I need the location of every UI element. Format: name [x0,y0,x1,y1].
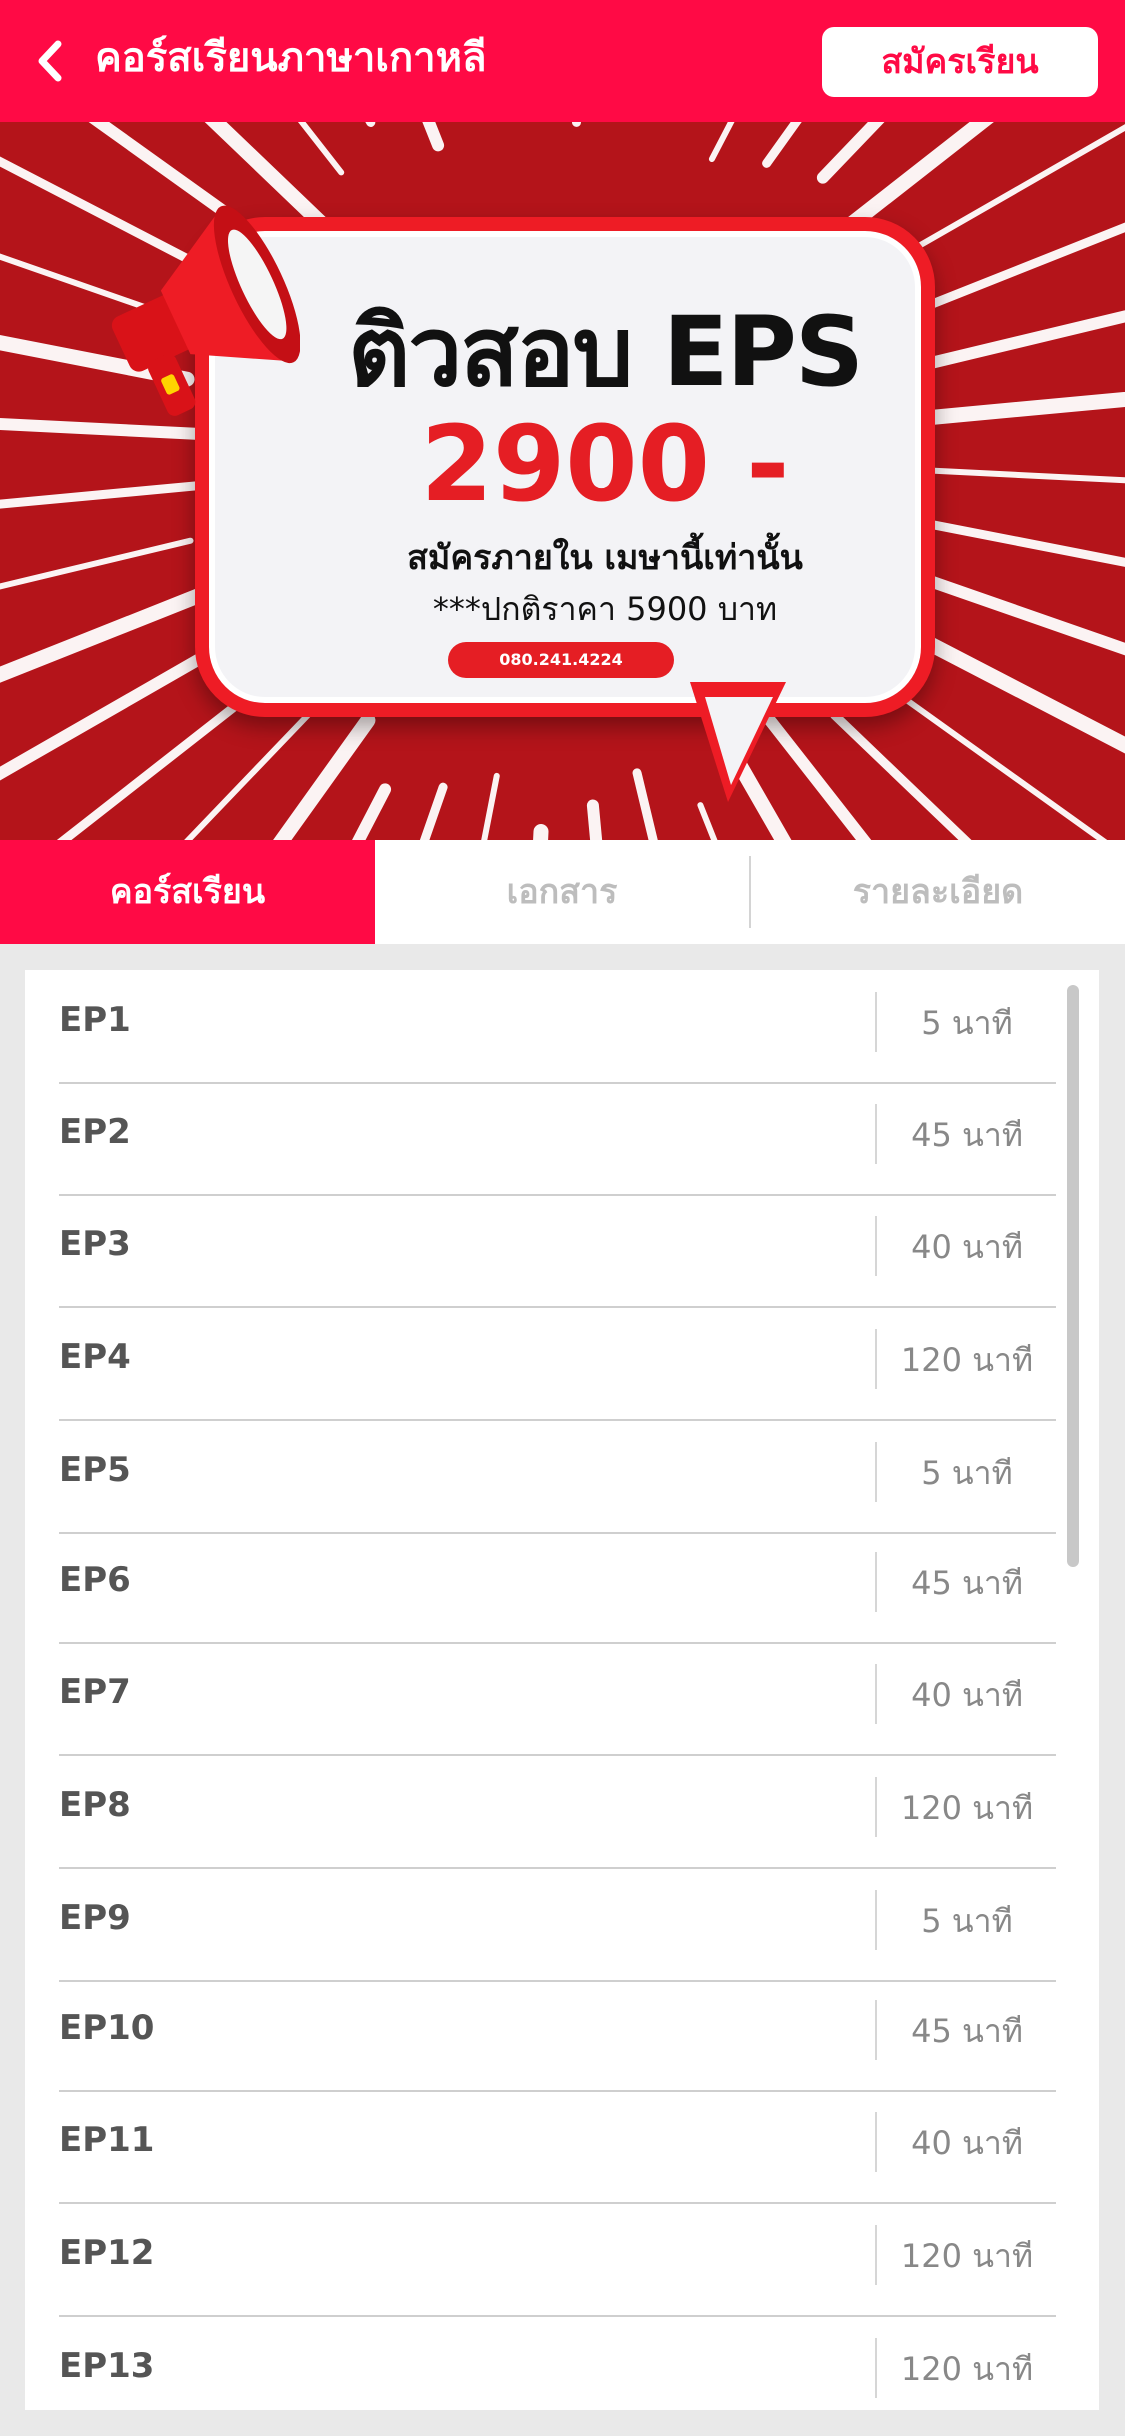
episode-duration: 5 นาที [921,1454,1013,1492]
list-item[interactable]: EP1 5 นาที [59,970,1056,1084]
register-button[interactable]: สมัครเรียน [822,27,1098,97]
episode-duration: 45 นาที [911,1116,1023,1154]
episode-title: EP3 [59,1224,131,1264]
tab-course[interactable]: คอร์สเรียน [0,840,375,944]
episode-duration: 45 นาที [911,1564,1023,1602]
episode-duration: 5 นาที [921,1004,1013,1042]
app-header: คอร์สเรียนภาษาเกาหลี สมัครเรียน [0,0,1125,122]
episode-list[interactable]: EP1 5 นาที EP2 45 นาที EP3 40 นาที EP4 1… [25,970,1099,2410]
tab-details[interactable]: รายละเอียด [751,840,1125,944]
promo-price: 2900 - [420,403,790,525]
episode-title: EP9 [59,1898,131,1938]
episode-title: EP6 [59,1560,131,1600]
episode-title: EP4 [59,1337,131,1377]
promo-phone: 080.241.4224 [448,642,674,678]
list-item[interactable]: EP8 120 นาที [59,1755,1056,1869]
list-item[interactable]: EP3 40 นาที [59,1194,1056,1308]
list-scrollbar[interactable] [1067,985,1079,1567]
episode-title: EP1 [59,1000,131,1040]
promo-title: ติวสอบ EPS [348,296,864,408]
promo-banner[interactable]: ติวสอบ EPS 2900 - สมัครภายใน เมษานี้เท่า… [0,122,1125,840]
list-item[interactable]: EP13 120 นาที [59,2316,1056,2410]
episode-title: EP7 [59,1672,131,1712]
list-item[interactable]: EP7 40 นาที [59,1642,1056,1756]
episode-duration: 5 นาที [921,1902,1013,1940]
episode-duration: 40 นาที [911,1676,1023,1714]
chevron-left-icon[interactable] [30,36,70,86]
episode-title: EP8 [59,1785,131,1825]
tab-bar: คอร์สเรียน เอกสาร รายละเอียด [0,840,1125,944]
episode-duration: 120 นาที [900,2237,1034,2275]
episode-duration: 120 นาที [900,2350,1034,2388]
list-item[interactable]: EP10 45 นาที [59,1978,1056,2092]
list-item[interactable]: EP6 45 นาที [59,1530,1056,1644]
episode-title: EP5 [59,1450,131,1490]
episode-title: EP12 [59,2233,155,2273]
list-item[interactable]: EP4 120 นาที [59,1307,1056,1421]
list-item[interactable]: EP12 120 นาที [59,2203,1056,2317]
promo-normal-price: ***ปกติราคา 5900 บาท [432,590,778,628]
episode-duration: 120 นาที [900,1789,1034,1827]
episode-title: EP13 [59,2346,155,2386]
episode-duration: 45 นาที [911,2012,1023,2050]
episode-duration: 120 นาที [900,1341,1034,1379]
tab-documents[interactable]: เอกสาร [375,840,749,944]
episode-duration: 40 นาที [911,2124,1023,2162]
list-item[interactable]: EP9 5 นาที [59,1868,1056,1982]
episode-duration: 40 นาที [911,1228,1023,1266]
list-item[interactable]: EP11 40 นาที [59,2090,1056,2204]
episode-title: EP2 [59,1112,131,1152]
episode-title: EP11 [59,2120,155,2160]
page-title: คอร์สเรียนภาษาเกาหลี [95,35,487,81]
list-item[interactable]: EP5 5 นาที [59,1420,1056,1534]
list-item[interactable]: EP2 45 นาที [59,1082,1056,1196]
episode-title: EP10 [59,2008,155,2048]
promo-subtitle: สมัครภายใน เมษานี้เท่านั้น [407,538,803,578]
